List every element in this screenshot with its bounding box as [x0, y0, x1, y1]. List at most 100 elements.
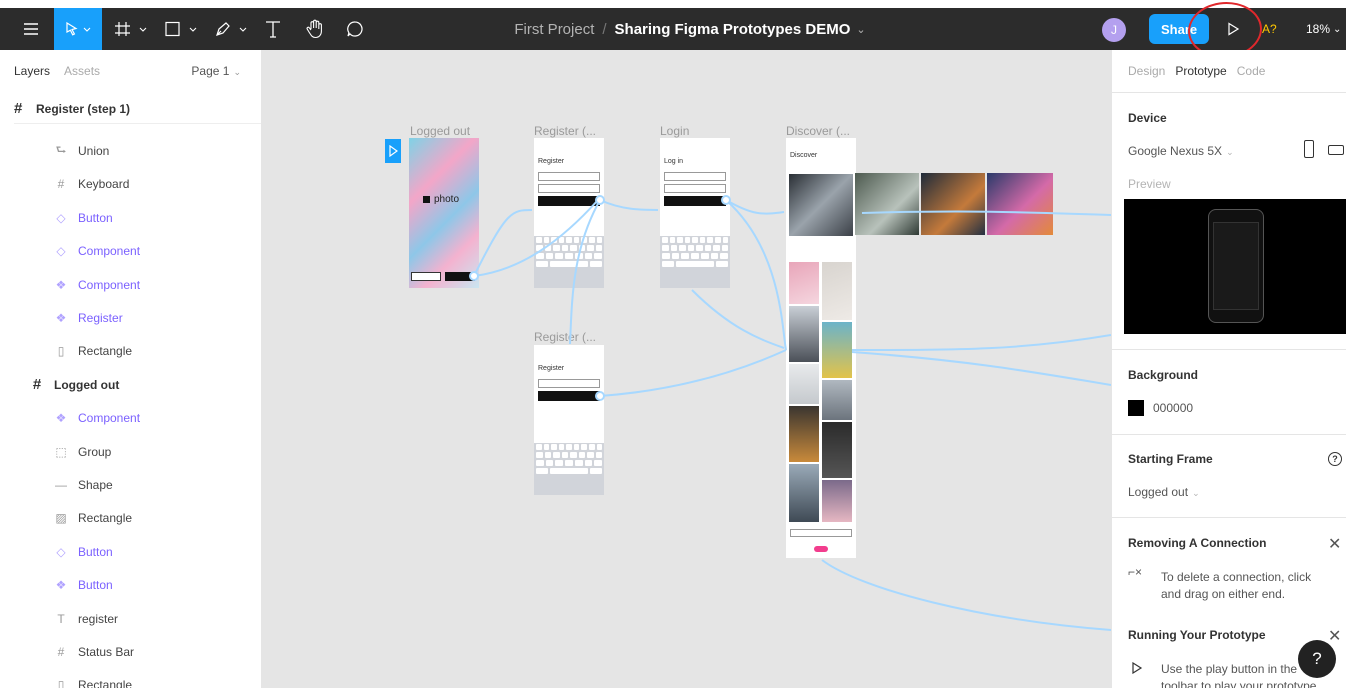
logged-out-frame[interactable]: photo	[409, 138, 479, 288]
zoom-value[interactable]: 18%	[1306, 22, 1330, 36]
frame-label-register-1[interactable]: Register (...	[534, 124, 596, 138]
comment-tool-icon[interactable]	[340, 8, 370, 50]
layer-item[interactable]: ▯ Rectangle	[0, 675, 261, 688]
device-title: Device	[1128, 111, 1167, 125]
close-icon[interactable]: ✕	[1328, 626, 1341, 646]
close-icon[interactable]: ✕	[1328, 534, 1341, 554]
help-button[interactable]: ?	[1298, 640, 1336, 678]
portrait-orientation-icon[interactable]	[1304, 140, 1314, 158]
document-title[interactable]: First Project / Sharing Figma Prototypes…	[480, 8, 900, 50]
grid-photo	[789, 306, 819, 362]
register-frame-1[interactable]: Register	[534, 138, 604, 288]
layer-label: Button	[78, 578, 113, 593]
layer-item[interactable]: ⮑ Union	[0, 141, 261, 161]
email-field	[664, 172, 726, 181]
page-selector[interactable]: Page 1 ⌄	[191, 64, 241, 78]
chevron-down-icon: ⌄	[1226, 147, 1234, 157]
layer-item[interactable]: ❖ Register	[0, 308, 261, 328]
frame-icon: #	[57, 177, 65, 192]
avatar[interactable]: J	[1102, 18, 1126, 42]
layer-label: Rectangle	[78, 511, 133, 526]
frame-label-discover[interactable]: Discover (...	[786, 124, 850, 138]
page-name[interactable]: Page 1	[191, 64, 229, 78]
layer-label: Keyboard	[78, 177, 130, 192]
layer-item[interactable]: ⬚ Group	[0, 442, 261, 462]
logo-mark-icon	[423, 196, 430, 203]
removing-connection-text: To delete a connection, click and drag o…	[1161, 570, 1312, 601]
component-icon: ❖	[55, 311, 67, 325]
landscape-orientation-icon[interactable]	[1328, 145, 1344, 155]
layer-item[interactable]: # Logged out	[0, 375, 261, 395]
background-value[interactable]: 000000	[1153, 401, 1193, 415]
play-icon	[1131, 661, 1143, 679]
layer-item[interactable]: ❖ Button	[0, 575, 261, 595]
login-heading: Log in	[664, 158, 684, 165]
chevron-down-icon[interactable]: ⌄	[856, 23, 865, 36]
shape-tool-button[interactable]	[160, 8, 204, 50]
layer-item[interactable]: ◇ Component	[0, 241, 261, 261]
starting-frame-select[interactable]: Logged out ⌄	[1128, 485, 1200, 499]
divider	[1112, 517, 1346, 518]
discover-frame[interactable]: Discover	[786, 138, 856, 558]
layer-item[interactable]: # Keyboard	[0, 174, 261, 194]
phone-frame-icon	[1208, 209, 1264, 323]
frame-icon: #	[32, 376, 42, 394]
text-icon: T	[57, 611, 65, 626]
layer-item[interactable]: — Shape	[0, 475, 261, 495]
tab-assets[interactable]: Assets	[64, 64, 100, 78]
layer-item[interactable]: ◇ Button	[0, 208, 261, 228]
starting-frame-title: Starting Frame	[1128, 452, 1213, 466]
component-icon: ❖	[55, 277, 67, 292]
starting-frame-value[interactable]: Logged out	[1128, 485, 1188, 499]
help-circle-icon[interactable]: ?	[1328, 452, 1342, 466]
background-color-swatch[interactable]	[1128, 400, 1144, 416]
project-name[interactable]: First Project	[514, 21, 594, 38]
tab-prototype[interactable]: Prototype	[1175, 64, 1226, 78]
background-title: Background	[1128, 368, 1199, 382]
frame-tool-button[interactable]	[110, 8, 154, 50]
device-select[interactable]: Google Nexus 5X ⌄	[1128, 144, 1234, 158]
window-top-strip	[0, 0, 1346, 8]
canvas[interactable]: Logged out photo Register (... Register …	[262, 50, 1111, 688]
layer-item[interactable]: ◇ Button	[0, 542, 261, 562]
layer-label: Component	[78, 411, 141, 426]
layer-item[interactable]: ▨ Rectangle	[0, 508, 261, 528]
grid-photo	[789, 262, 819, 304]
layer-item[interactable]: ▯ Rectangle	[0, 341, 261, 361]
menu-icon[interactable]	[12, 8, 50, 50]
frame-title: Register (step 1)	[36, 101, 131, 116]
register-frame-2[interactable]: Register	[534, 345, 604, 495]
zoom-level[interactable]: 18% ⌄	[1306, 8, 1341, 50]
accessibility-badge[interactable]: A?	[1262, 8, 1277, 50]
selected-frame-header[interactable]: # Register (step 1)	[14, 94, 261, 124]
login-frame[interactable]: Log in	[660, 138, 730, 288]
layer-label: Rectangle	[78, 344, 133, 359]
tab-code[interactable]: Code	[1237, 64, 1266, 78]
layer-item[interactable]: Tregister	[0, 609, 261, 629]
layer-item[interactable]: ❖ Component	[0, 408, 261, 428]
frame-label-logged-out[interactable]: Logged out	[410, 124, 470, 138]
featured-photo	[789, 174, 853, 236]
next-button	[538, 196, 600, 206]
featured-photo	[855, 173, 919, 235]
pen-tool-button[interactable]	[210, 8, 254, 50]
layer-item[interactable]: ❖ Component	[0, 275, 261, 295]
instance-icon: ◇	[56, 244, 66, 259]
frame-label-register-2[interactable]: Register (...	[534, 330, 596, 344]
running-prototype-title: Running Your Prototype	[1128, 628, 1266, 642]
instance-icon: ◇	[56, 210, 66, 225]
frame-label-login[interactable]: Login	[660, 124, 689, 138]
device-value[interactable]: Google Nexus 5X	[1128, 144, 1222, 158]
text-tool-icon[interactable]	[260, 8, 286, 50]
tab-layers[interactable]: Layers	[14, 64, 50, 78]
start-play-icon[interactable]	[385, 139, 401, 163]
layer-label: Group	[78, 444, 112, 459]
hand-tool-icon[interactable]	[300, 8, 330, 50]
move-tool-button[interactable]	[54, 8, 102, 50]
layer-label: Status Bar	[78, 645, 135, 659]
file-name[interactable]: Sharing Figma Prototypes DEMO	[615, 21, 851, 38]
grid-photo	[789, 364, 819, 404]
layer-item[interactable]: # Status Bar	[0, 642, 261, 662]
rectangle-icon: ▯	[57, 344, 65, 359]
tab-design[interactable]: Design	[1128, 64, 1165, 78]
